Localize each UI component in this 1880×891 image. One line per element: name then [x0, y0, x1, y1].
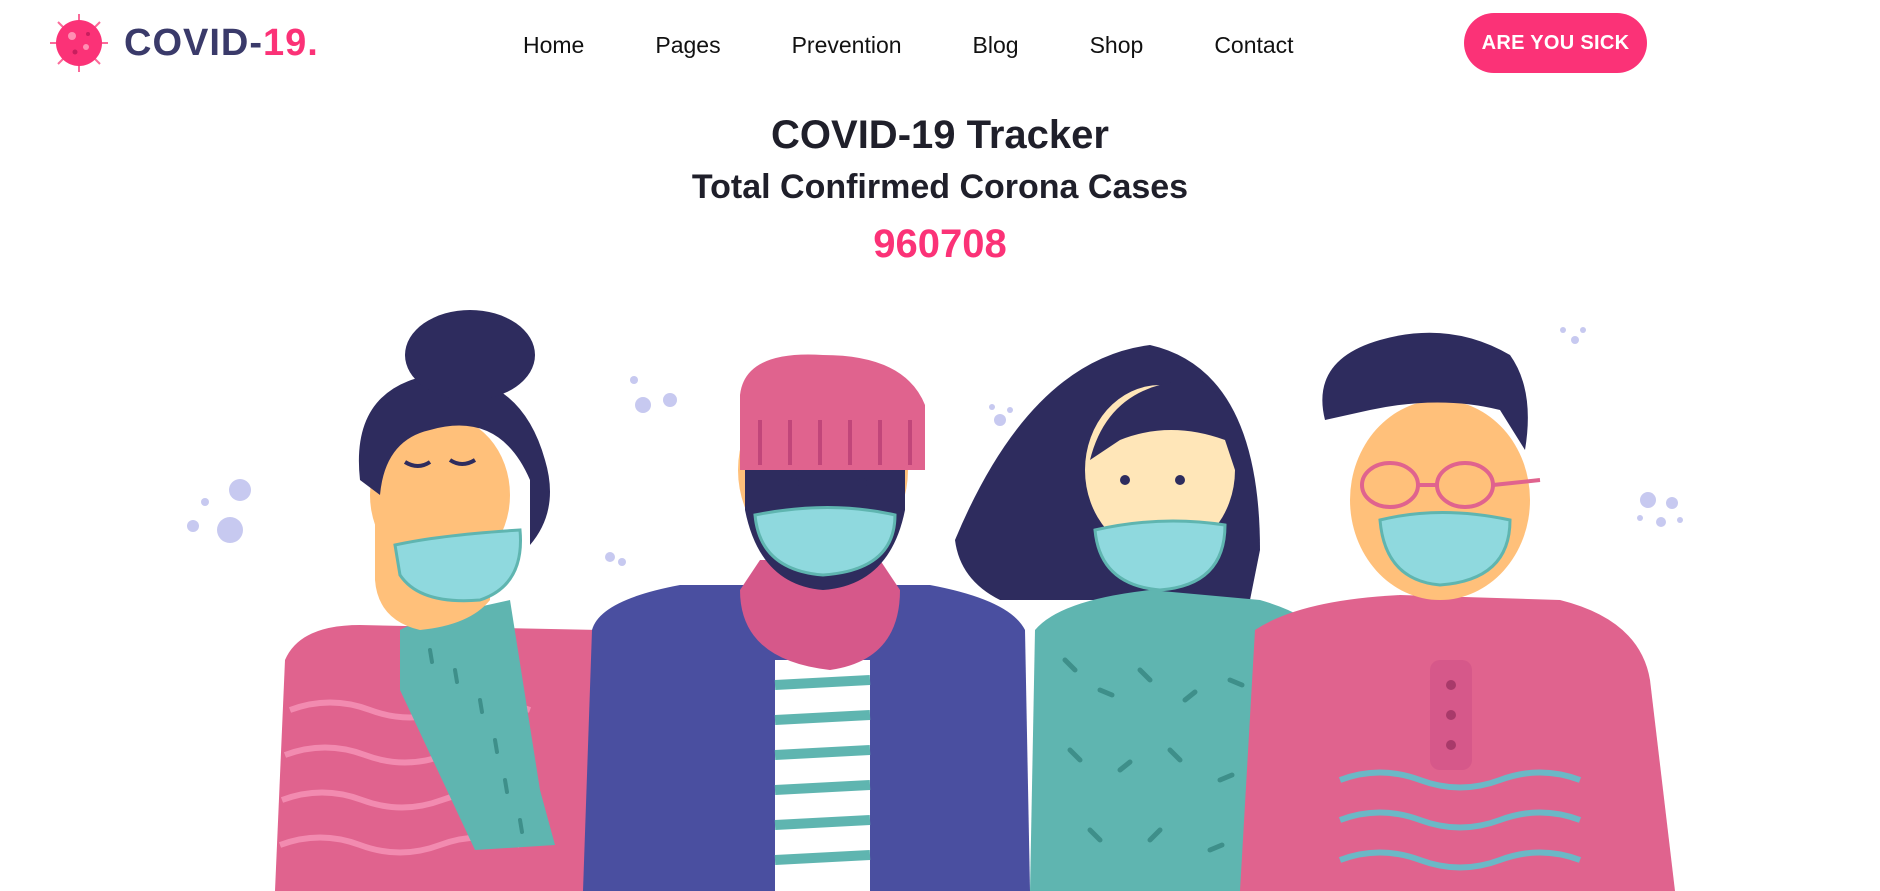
nav-contact[interactable]: Contact	[1214, 30, 1293, 60]
confirmed-cases-count: 960708	[873, 222, 1007, 266]
masked-people-illustration	[187, 310, 1683, 891]
main-nav: Home Pages Prevention Blog Shop Contact	[523, 30, 1294, 60]
are-you-sick-button[interactable]: ARE YOU SICK	[1464, 13, 1647, 73]
nav-blog[interactable]: Blog	[973, 30, 1019, 60]
brand-name-accent: 19.	[263, 22, 319, 64]
nav-home[interactable]: Home	[523, 30, 584, 60]
brand-name-main: COVID-	[124, 22, 263, 64]
tracker-title: COVID-19 Tracker	[771, 113, 1109, 157]
brand-name: COVID-19.	[124, 24, 319, 62]
person-2	[583, 354, 1030, 891]
nav-shop[interactable]: Shop	[1090, 30, 1144, 60]
nav-pages[interactable]: Pages	[655, 30, 720, 60]
nav-prevention[interactable]: Prevention	[792, 30, 902, 60]
brand-logo[interactable]: COVID-19.	[48, 12, 319, 74]
virus-icon	[50, 14, 108, 72]
site-header: COVID-19. Home Pages Prevention Blog Sho…	[0, 0, 1880, 90]
person-4	[1240, 332, 1675, 891]
person-1	[275, 310, 600, 891]
tracker-subtitle: Total Confirmed Corona Cases	[691, 168, 1189, 206]
covid-tracker: COVID-19 Tracker Total Confirmed Corona …	[0, 110, 1880, 268]
